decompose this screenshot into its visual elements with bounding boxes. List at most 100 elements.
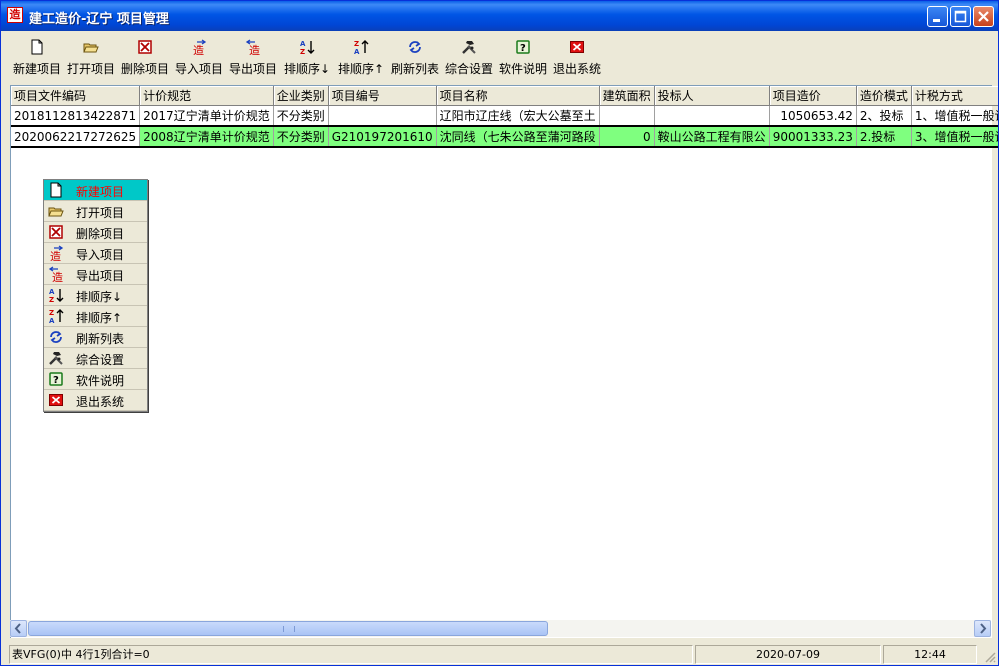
- context-menu-item-refresh[interactable]: 刷新列表: [44, 327, 147, 348]
- settings-tools-icon: [461, 39, 477, 55]
- context-menu-item-sort-descending[interactable]: A Z 排顺序↓: [44, 285, 147, 306]
- title-bar[interactable]: 造 建工造价-辽宁 项目管理: [1, 1, 998, 32]
- toolbar-button-delete[interactable]: 删除项目: [119, 35, 171, 79]
- toolbar-button-new-document[interactable]: 新建项目: [10, 35, 64, 79]
- toolbar-button-sort-descending[interactable]: A Z 排顺序↓: [281, 35, 333, 79]
- context-menu-item-help[interactable]: ? 软件说明: [44, 369, 147, 390]
- toolbar: 新建项目 打开项目 删除项目造导入项目造导出项目 A Z 排顺序↓ Z A 排顺序↑ 刷新列表 综合…: [1, 31, 998, 83]
- table-cell[interactable]: 鞍山公路工程有限公: [654, 125, 770, 148]
- scroll-right-button[interactable]: [974, 620, 991, 637]
- svg-text:A: A: [300, 40, 306, 48]
- toolbar-button-export[interactable]: 造导出项目: [227, 35, 279, 79]
- table-cell[interactable]: [328, 105, 437, 127]
- refresh-icon: [407, 39, 423, 55]
- table-cell[interactable]: 90001333.23: [769, 125, 857, 148]
- horizontal-scrollbar[interactable]: [10, 620, 991, 637]
- exit-icon: [569, 39, 585, 55]
- toolbar-button-label: 软件说明: [498, 62, 547, 76]
- table-cell[interactable]: 不分类别: [273, 105, 329, 127]
- table-cell[interactable]: [599, 105, 655, 127]
- column-header[interactable]: 项目名称: [436, 86, 600, 106]
- toolbar-button-refresh[interactable]: 刷新列表: [389, 35, 441, 79]
- svg-text:Z: Z: [300, 48, 305, 55]
- context-menu: 新建项目打开项目 删除项目造导入项目造导出项目 A Z 排顺序↓ Z A 排顺序↑ 刷新列表综合…: [43, 179, 148, 412]
- import-icon: 造: [48, 245, 72, 263]
- toolbar-button-help[interactable]: ? 软件说明: [497, 35, 549, 79]
- context-menu-item-sort-ascending[interactable]: Z A 排顺序↑: [44, 306, 147, 327]
- table-cell[interactable]: 辽阳市辽庄线（宏大公墓至土: [436, 105, 600, 127]
- scroll-thumb[interactable]: [28, 621, 548, 636]
- status-time: 12:44: [883, 645, 977, 664]
- column-header[interactable]: 投标人: [654, 86, 770, 106]
- context-menu-item-export[interactable]: 造 导出项目: [44, 264, 147, 285]
- scroll-grip: [283, 626, 295, 632]
- table-cell[interactable]: 0: [599, 125, 655, 148]
- toolbar-button-exit[interactable]: 退出系统: [551, 35, 603, 79]
- toolbar-button-import[interactable]: 造导入项目: [173, 35, 225, 79]
- chevron-left-icon: [14, 623, 21, 634]
- table-cell[interactable]: G210197201610: [328, 125, 437, 148]
- toolbar-button-label: 导出项目: [228, 62, 277, 76]
- table-cell[interactable]: 2008辽宁清单计价规范: [139, 125, 274, 148]
- table-cell[interactable]: 2020062217272625: [11, 125, 141, 148]
- project-grid[interactable]: 项目文件编码 计价规范 企业类别 项目编号 项目名称 建筑面积 投标人 项目造价 造价模式 计税方…: [10, 85, 998, 638]
- column-header[interactable]: 项目文件编码: [11, 86, 141, 106]
- close-button[interactable]: [973, 6, 994, 27]
- toolbar-button-label: 刷新列表: [390, 62, 439, 76]
- column-header[interactable]: 造价模式: [856, 86, 912, 106]
- scroll-left-button[interactable]: [10, 620, 27, 637]
- toolbar-button-label: 综合设置: [444, 62, 493, 76]
- minimize-icon: [933, 19, 940, 22]
- column-header[interactable]: 建筑面积: [599, 86, 655, 106]
- table-row[interactable]: 2018112813422871 2017辽宁清单计价规范 不分类别 辽阳市辽庄线（宏…: [11, 105, 998, 127]
- table-cell[interactable]: 2017辽宁清单计价规范: [139, 105, 274, 127]
- table-cell[interactable]: 1、增值税一般计税1: [911, 105, 998, 127]
- toolbar-button-open-folder[interactable]: 打开项目: [65, 35, 117, 79]
- table-cell[interactable]: 2018112813422871: [11, 105, 141, 127]
- table-cell[interactable]: 1050653.42: [769, 105, 857, 127]
- toolbar-button-settings-tools[interactable]: 综合设置: [443, 35, 495, 79]
- sort-descending-icon: AZ: [299, 39, 315, 56]
- exit-icon: [48, 392, 72, 408]
- chevron-right-icon: [980, 623, 987, 634]
- table-cell[interactable]: 2、投标: [856, 105, 912, 127]
- column-header[interactable]: 计价规范: [139, 86, 274, 106]
- table-cell[interactable]: 3、增值税一般计税1: [911, 125, 998, 148]
- table-cell[interactable]: [654, 105, 770, 127]
- context-menu-item-import[interactable]: 造 导入项目: [44, 243, 147, 264]
- svg-text:A: A: [354, 48, 360, 55]
- main-window: 造 建工造价-辽宁 项目管理 新建项目 打开项目 删除项目造导入项目造导出项目 A Z 排…: [0, 0, 999, 666]
- context-menu-label: 刷新列表: [76, 332, 125, 346]
- toolbar-button-label: 退出系统: [552, 62, 601, 76]
- resize-grip-icon[interactable]: [984, 651, 996, 663]
- export-icon: 造: [48, 266, 72, 284]
- delete-icon: [48, 224, 72, 240]
- context-menu-item-settings-tools[interactable]: 综合设置: [44, 348, 147, 369]
- context-menu-item-delete[interactable]: 删除项目: [44, 222, 147, 243]
- column-header[interactable]: 项目造价: [769, 86, 857, 106]
- table-row[interactable]: 2020062217272625 2008辽宁清单计价规范 不分类别 G2101972…: [11, 125, 998, 148]
- table-cell[interactable]: 2.投标: [856, 125, 912, 148]
- column-header[interactable]: 项目编号: [328, 86, 437, 106]
- svg-text:Z: Z: [354, 40, 359, 48]
- context-menu-item-new-document[interactable]: 新建项目: [44, 180, 147, 201]
- table-cell[interactable]: 不分类别: [273, 125, 329, 148]
- close-icon: [978, 11, 989, 22]
- delete-icon: [137, 39, 153, 55]
- app-icon: 造: [7, 7, 23, 23]
- context-menu-item-open-folder[interactable]: 打开项目: [44, 201, 147, 222]
- column-header[interactable]: 企业类别: [273, 86, 329, 106]
- project-table: 项目文件编码 计价规范 企业类别 项目编号 项目名称 建筑面积 投标人 项目造价 造价模式 计税方…: [11, 86, 998, 148]
- context-menu-item-exit[interactable]: 退出系统: [44, 390, 147, 411]
- table-body: 2018112813422871 2017辽宁清单计价规范 不分类别 辽阳市辽庄线（宏…: [11, 105, 998, 148]
- table-cell[interactable]: 沈同线（七朱公路至蒲河路段: [436, 125, 600, 148]
- context-menu-label: 新建项目: [76, 185, 125, 199]
- context-menu-label: 排顺序↓: [76, 290, 123, 304]
- new-document-icon: [29, 39, 45, 55]
- minimize-button[interactable]: [927, 6, 948, 27]
- column-header[interactable]: 计税方式: [911, 86, 998, 106]
- help-icon: ?: [48, 371, 72, 387]
- maximize-button[interactable]: [950, 6, 971, 27]
- toolbar-button-sort-ascending[interactable]: Z A 排顺序↑: [335, 35, 387, 79]
- svg-text:造: 造: [50, 249, 61, 261]
